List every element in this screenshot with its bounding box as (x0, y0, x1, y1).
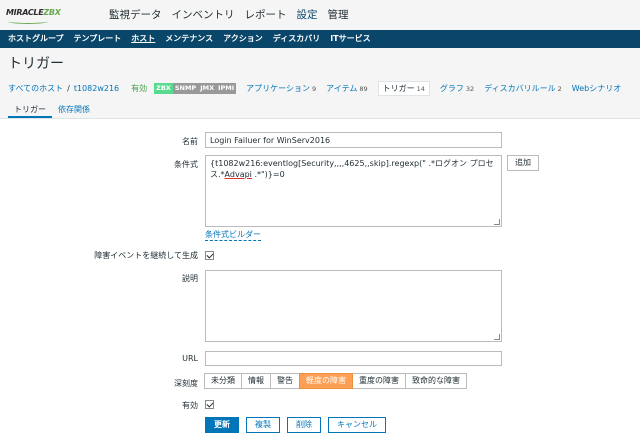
logo-swoosh-icon (8, 19, 48, 24)
severity-disaster[interactable]: 致命的な障害 (405, 373, 467, 389)
logo[interactable]: MIRACLEZBX (6, 6, 76, 26)
main-menu-reports[interactable]: レポート (240, 0, 292, 30)
severity-average[interactable]: 軽度の障害 (299, 373, 353, 389)
main-menu: 監視データ インベントリ レポート 設定 管理 (104, 0, 354, 30)
sub-menu-maintenance[interactable]: メンテナンス (160, 30, 218, 48)
main-menu-administration[interactable]: 管理 (323, 0, 354, 30)
breadcrumb-host[interactable]: t1082w216 (74, 84, 119, 93)
main-menu-inventory[interactable]: インベントリ (167, 0, 240, 30)
description-label: 説明 (182, 274, 198, 283)
delete-button[interactable]: 削除 (287, 417, 321, 433)
trigger-form: 名前 条件式 {t1082w216:eventlog[Security,,,,4… (0, 118, 640, 442)
severity-high[interactable]: 重度の障害 (352, 373, 406, 389)
update-button[interactable]: 更新 (205, 417, 239, 433)
tab-dependencies[interactable]: 依存関係 (52, 103, 96, 118)
clone-button[interactable]: 複製 (246, 417, 280, 433)
expression-label: 条件式 (174, 160, 198, 169)
expression-line-2: ス.*Advapi .*")}=0 (210, 170, 285, 179)
severity-selector: 未分類 情報 警告 軽度の障害 重度の障害 致命的な障害 (204, 373, 467, 389)
add-expression-button[interactable]: 追加 (507, 155, 539, 171)
expression-textarea[interactable]: {t1082w216:eventlog[Security,,,,4625,,sk… (205, 155, 502, 227)
url-label: URL (182, 354, 198, 363)
sub-menu: ホストグループ テンプレート ホスト メンテナンス アクション ディスカバリ I… (0, 30, 640, 48)
sub-menu-discovery[interactable]: ディスカバリ (268, 30, 325, 48)
host-nav-discovery-rules[interactable]: ディスカバリルール 2 (484, 83, 562, 94)
page-title: トリガー (8, 56, 64, 72)
severity-not-classified[interactable]: 未分類 (204, 373, 242, 389)
severity-information[interactable]: 情報 (241, 373, 271, 389)
host-nav-triggers[interactable]: トリガー 14 (377, 80, 430, 96)
main-menu-monitoring[interactable]: 監視データ (104, 0, 167, 30)
cancel-button[interactable]: キャンセル (328, 417, 386, 433)
sub-menu-host-groups[interactable]: ホストグループ (3, 30, 69, 48)
host-nav-applications[interactable]: アプリケーション 9 (246, 83, 316, 94)
host-nav: すべてのホスト / t1082w216 有効 ZBX SNMP JMX IPMI… (8, 80, 621, 96)
logo-text: MIRACLEZBX (6, 8, 61, 17)
top-header: MIRACLEZBX 監視データ インベントリ レポート 設定 管理 (0, 0, 640, 30)
breadcrumb-all-hosts[interactable]: すべてのホスト (8, 83, 63, 94)
sub-menu-it-services[interactable]: ITサービス (325, 30, 375, 48)
enabled-checkbox[interactable] (205, 400, 214, 409)
availability-badges: ZBX SNMP JMX IPMI (154, 82, 237, 94)
badge-jmx: JMX (198, 82, 217, 94)
tab-trigger[interactable]: トリガー (8, 103, 52, 118)
multiple-events-label: 障害イベントを継続して生成 (94, 251, 198, 260)
expression-line-1: {t1082w216:eventlog[Security,,,,4625,,sk… (210, 159, 494, 168)
form-tabs: トリガー 依存関係 (8, 103, 96, 118)
breadcrumb-separator: / (67, 83, 70, 93)
sub-menu-hosts[interactable]: ホスト (126, 30, 160, 48)
multiple-events-checkbox[interactable] (205, 251, 214, 260)
main-menu-configuration[interactable]: 設定 (292, 0, 323, 30)
badge-snmp: SNMP (172, 82, 199, 94)
url-input[interactable] (205, 351, 502, 366)
name-label: 名前 (182, 137, 198, 146)
sub-menu-templates[interactable]: テンプレート (69, 30, 127, 48)
sub-menu-actions[interactable]: アクション (218, 30, 268, 48)
host-nav-web-scenarios[interactable]: Webシナリオ (572, 83, 621, 94)
severity-label: 深刻度 (174, 379, 198, 388)
resize-grip-icon[interactable] (494, 219, 500, 225)
expression-builder-link[interactable]: 条件式ビルダー (205, 230, 261, 241)
form-actions: 更新 複製 削除 キャンセル (205, 417, 393, 433)
severity-warning[interactable]: 警告 (270, 373, 300, 389)
resize-grip-icon[interactable] (494, 334, 500, 340)
name-input[interactable] (205, 132, 502, 148)
badge-ipmi: IPMI (216, 82, 237, 94)
badge-zbx: ZBX (154, 82, 173, 94)
host-nav-graphs[interactable]: グラフ 32 (440, 83, 474, 94)
host-nav-items[interactable]: アイテム 89 (326, 83, 367, 94)
description-textarea[interactable] (205, 270, 502, 342)
host-status[interactable]: 有効 (131, 83, 147, 94)
enabled-label: 有効 (182, 401, 198, 410)
